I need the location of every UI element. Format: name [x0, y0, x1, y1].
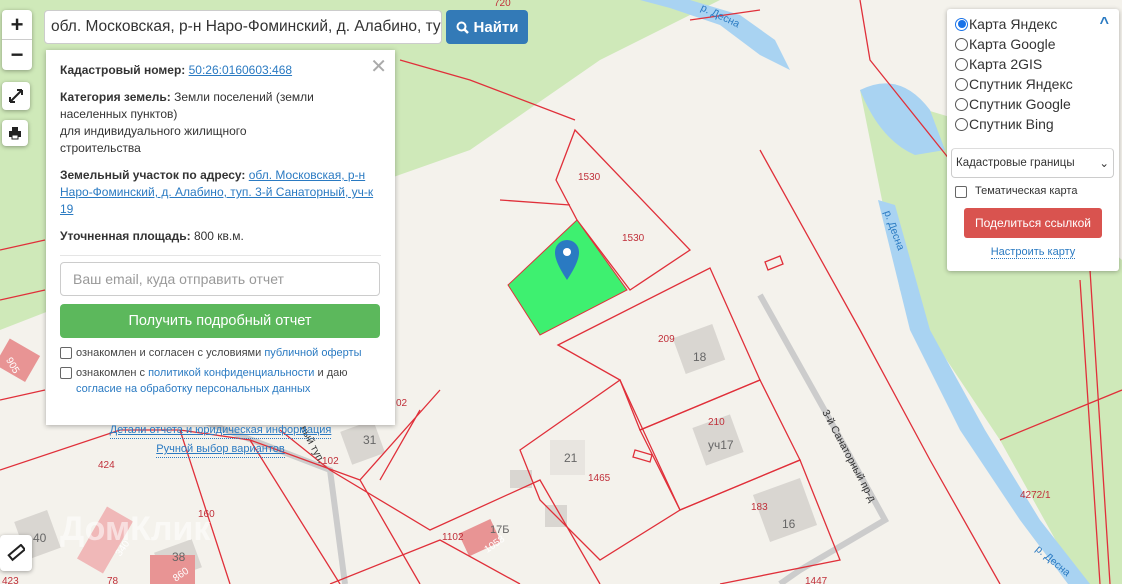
layer-option[interactable]: Карта Google — [955, 34, 1111, 54]
overlay-select[interactable]: Кадастровые границы ⌄ — [951, 148, 1114, 178]
ruler-button[interactable] — [0, 535, 32, 571]
layer-label: Карта 2GIS — [969, 56, 1043, 72]
svg-text:18: 18 — [693, 350, 707, 364]
radio-button[interactable] — [955, 17, 968, 31]
layer-label: Карта Яндекс — [969, 16, 1058, 32]
svg-text:1530: 1530 — [622, 233, 645, 244]
radio-button[interactable] — [955, 117, 968, 131]
svg-text:02: 02 — [396, 398, 408, 409]
privacy-link[interactable]: политикой конфиденциальности — [148, 367, 314, 379]
privacy-checkbox[interactable] — [60, 367, 72, 379]
cad-label: Кадастровый номер: — [60, 63, 186, 77]
consent-link[interactable]: согласие на обработку персональных данны… — [76, 383, 310, 395]
layer-option[interactable]: Спутник Google — [955, 94, 1111, 114]
watermark-logo: ДомКлик — [60, 510, 211, 548]
close-icon[interactable]: ✕ — [370, 54, 387, 79]
layer-label: Карта Google — [969, 36, 1056, 52]
parcel-info-popup: ✕ Кадастровый номер: 50:26:0160603:468 К… — [46, 50, 395, 458]
svg-text:423: 423 — [2, 576, 19, 584]
search-button[interactable]: Найти — [446, 10, 528, 44]
area-label: Уточненная площадь: — [60, 229, 191, 243]
chevron-down-icon: ⌄ — [1099, 158, 1109, 170]
expand-icon — [9, 89, 23, 103]
svg-text:уч17: уч17 — [708, 438, 734, 452]
svg-text:1530: 1530 — [578, 172, 601, 183]
layer-option[interactable]: Карта Яндекс — [955, 14, 1111, 34]
svg-text:40: 40 — [33, 531, 47, 545]
svg-text:209: 209 — [658, 334, 675, 345]
fullscreen-button[interactable] — [2, 82, 30, 110]
thematic-map-label: Тематическая карта — [975, 185, 1078, 197]
radio-button[interactable] — [955, 77, 968, 91]
ruler-icon — [7, 544, 25, 562]
radio-button[interactable] — [955, 37, 968, 51]
divider — [60, 255, 381, 256]
share-link-button[interactable]: Поделиться ссылкой — [964, 208, 1102, 238]
svg-text:183: 183 — [751, 502, 768, 513]
manual-selection-link[interactable]: Ручной выбор вариантов — [156, 442, 285, 458]
offer-link[interactable]: публичной оферты — [264, 347, 361, 359]
svg-text:31: 31 — [363, 433, 377, 447]
map-layers-panel: ^ Карта Яндекс Карта Google Карта 2GIS Спут… — [947, 9, 1119, 271]
svg-text:424: 424 — [98, 460, 115, 471]
layer-option[interactable]: Спутник Яндекс — [955, 74, 1111, 94]
layer-label: Спутник Яндекс — [969, 76, 1073, 92]
cad-number-link[interactable]: 50:26:0160603:468 — [189, 63, 292, 77]
email-input[interactable]: Ваш email, куда отправить отчет — [60, 262, 380, 296]
layer-label: Спутник Google — [969, 96, 1071, 112]
svg-text:4272/1: 4272/1 — [1020, 490, 1051, 501]
svg-text:210: 210 — [708, 417, 725, 428]
address-search-input[interactable]: обл. Московская, р-н Наро-Фоминский, д. … — [44, 10, 442, 44]
printer-icon — [9, 127, 21, 140]
configure-map-link[interactable]: Настроить карту — [990, 246, 1076, 259]
radio-button[interactable] — [955, 57, 968, 71]
thematic-map-checkbox[interactable] — [955, 186, 967, 198]
area-value: 800 кв.м. — [193, 229, 244, 243]
svg-text:1102: 1102 — [442, 532, 464, 543]
svg-text:3-й Санаторный пр-д: 3-й Санаторный пр-д — [819, 408, 878, 504]
report-details-link[interactable]: Детали отчета и юридическая информация — [109, 423, 332, 439]
zoom-in-button[interactable]: + — [2, 10, 32, 40]
category-label: Категория земель: — [60, 90, 171, 104]
svg-text:38: 38 — [172, 550, 186, 564]
get-report-button[interactable]: Получить подробный отчет — [60, 304, 380, 338]
layer-option[interactable]: Спутник Bing — [955, 114, 1111, 134]
search-icon — [456, 21, 469, 34]
chevron-up-icon[interactable]: ^ — [1100, 15, 1109, 33]
svg-text:16: 16 — [782, 517, 796, 531]
svg-text:1465: 1465 — [588, 473, 611, 484]
radio-button[interactable] — [955, 97, 968, 111]
permitted-use: для индивидуального жилищного строительс… — [60, 124, 247, 155]
svg-text:1447: 1447 — [805, 576, 828, 584]
privacy-agreement: ознакомлен с политикой конфиденциальност… — [76, 367, 348, 395]
layer-option[interactable]: Карта 2GIS — [955, 54, 1111, 74]
address-label: Земельный участок по адресу: — [60, 168, 246, 182]
offer-agreement: ознакомлен и согласен с условиями публич… — [76, 347, 362, 359]
layer-label: Спутник Bing — [969, 116, 1054, 132]
print-button[interactable] — [2, 120, 28, 146]
svg-text:720: 720 — [494, 0, 511, 9]
svg-text:78: 78 — [107, 576, 119, 584]
zoom-out-button[interactable]: − — [2, 40, 32, 70]
svg-text:21: 21 — [564, 451, 578, 465]
search-button-label: Найти — [473, 18, 519, 36]
offer-checkbox[interactable] — [60, 347, 72, 359]
zoom-control: + − — [2, 10, 32, 70]
